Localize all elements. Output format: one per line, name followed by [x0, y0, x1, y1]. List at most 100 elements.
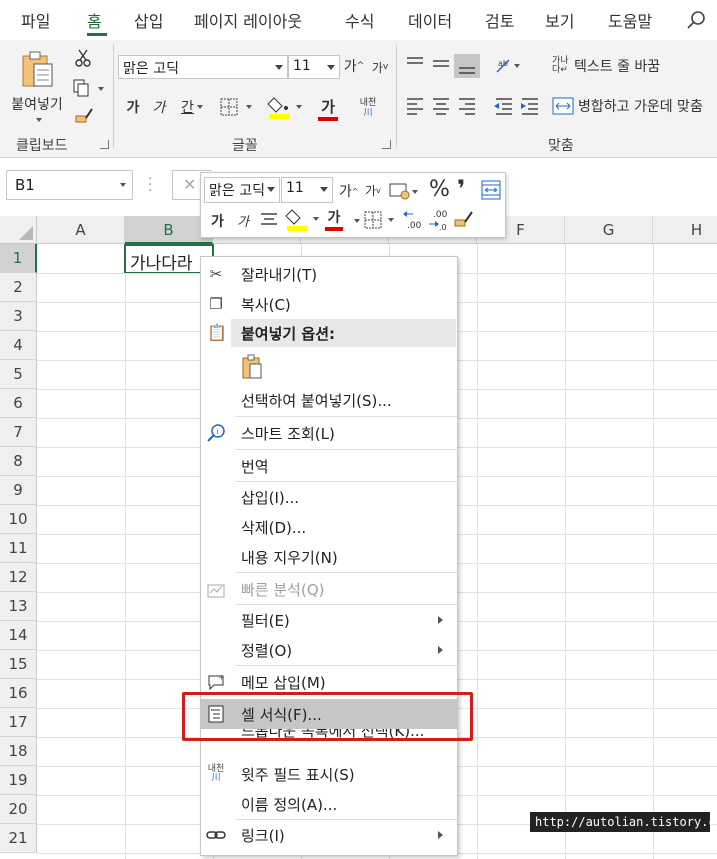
row-header-17[interactable]: 17 — [0, 708, 37, 737]
vertical-align-icons[interactable] — [404, 54, 494, 78]
menu-item-sort[interactable]: 정렬(O) — [201, 635, 457, 665]
increase-decimal-icon[interactable]: .00 — [401, 208, 425, 232]
row-header-10[interactable]: 10 — [0, 505, 37, 534]
mini-font-name-combo[interactable]: 맑은 고딕 — [204, 177, 280, 203]
row-header-20[interactable]: 20 — [0, 795, 37, 824]
row-header-21[interactable]: 21 — [0, 824, 37, 853]
mini-font-size-combo[interactable]: 11 — [281, 177, 333, 203]
row-header-9[interactable]: 9 — [0, 476, 37, 505]
wrap-text-icon: 가나 다↵ — [552, 56, 569, 75]
tab-data[interactable]: 데이터 — [408, 8, 452, 32]
menu-item-paste-special[interactable]: 선택하여 붙여넣기(S)... — [201, 385, 457, 415]
row-header-16[interactable]: 16 — [0, 679, 37, 708]
row-header-1[interactable]: 1 — [0, 244, 37, 273]
row-header-11[interactable]: 11 — [0, 534, 37, 563]
menu-item-link[interactable]: 링크(I) — [201, 820, 457, 850]
menu-item-copy[interactable]: ❐ 복사(C) — [201, 289, 457, 319]
tab-file[interactable]: 파일 — [21, 8, 50, 32]
row-header-3[interactable]: 3 — [0, 302, 37, 331]
column-header-g[interactable]: G — [565, 216, 653, 244]
font-name-combo[interactable]: 맑은 고딕 — [118, 55, 288, 79]
font-color-bar — [325, 227, 343, 231]
mini-shrink-font-button[interactable]: 가v — [365, 182, 381, 199]
grow-font-button[interactable]: 가 ^ — [344, 56, 364, 76]
row-header-8[interactable]: 8 — [0, 447, 37, 476]
mini-font-color-button[interactable]: 가 — [325, 207, 343, 231]
tab-insert[interactable]: 삽입 — [134, 8, 163, 32]
tab-page-layout[interactable]: 페이지 레이아웃 — [194, 8, 302, 32]
menu-item-delete[interactable]: 삭제(D)... — [201, 512, 457, 542]
percent-style-button[interactable]: % — [429, 177, 450, 202]
select-all-button[interactable] — [0, 216, 37, 244]
menu-item-cut[interactable]: ✂ 잘라내기(T) — [201, 259, 457, 289]
tab-view[interactable]: 보기 — [545, 8, 574, 32]
comma-style-button[interactable]: ❜ — [457, 175, 465, 203]
tab-home[interactable]: 홈 — [87, 8, 102, 32]
tab-review[interactable]: 검토 — [485, 8, 514, 32]
mini-bold-button[interactable]: 가 — [211, 211, 224, 231]
row-header-15[interactable]: 15 — [0, 650, 37, 679]
italic-button[interactable]: 가 — [150, 96, 168, 118]
paste-button[interactable]: 붙여넣기 — [6, 44, 68, 128]
phonetic-button[interactable]: 내천 川 — [354, 94, 382, 122]
column-header-a[interactable]: A — [37, 216, 125, 244]
menu-item-clear-contents[interactable]: 내용 지우기(N) — [201, 542, 457, 572]
merge-center-button[interactable]: 병합하고 가운데 맞춤 — [552, 94, 717, 118]
row-header-2[interactable]: 2 — [0, 273, 37, 302]
center-align-icon[interactable] — [259, 211, 279, 229]
font-group-label: 글꼴 — [232, 138, 258, 154]
svg-text:.00: .00 — [407, 221, 422, 231]
ribbon-tab-bar: 파일 홈 삽입 페이지 레이아웃 수식 데이터 검토 보기 도움말 — [0, 0, 717, 40]
row-header-6[interactable]: 6 — [0, 389, 37, 418]
column-header-h[interactable]: H — [653, 216, 717, 244]
mini-fill-color-icon[interactable] — [285, 207, 325, 233]
mini-italic-button[interactable]: 가 — [237, 211, 249, 230]
font-size-combo[interactable]: 11 — [288, 55, 340, 79]
copy-icon[interactable] — [72, 78, 106, 98]
underline-button[interactable]: 간 — [174, 96, 210, 118]
menu-item-insert[interactable]: 삽입(I)... — [201, 482, 457, 512]
search-icon[interactable] — [686, 9, 708, 31]
name-box[interactable]: B1 — [6, 170, 133, 200]
chevron-down-icon[interactable] — [354, 219, 360, 223]
row-header-14[interactable]: 14 — [0, 621, 37, 650]
tab-help[interactable]: 도움말 — [608, 8, 652, 32]
row-header-4[interactable]: 4 — [0, 331, 37, 360]
menu-item-translate[interactable]: 번역 — [201, 451, 457, 481]
align-group-label: 맞춤 — [548, 138, 574, 154]
menu-item-label: 윗주 필드 표시(S) — [241, 765, 355, 784]
tab-formulas[interactable]: 수식 — [345, 8, 374, 32]
menu-item-define-name[interactable]: 이름 정의(A)... — [201, 789, 457, 819]
format-painter-icon[interactable] — [74, 106, 94, 126]
wrap-text-button[interactable]: 가나 다↵ 텍스트 줄 바꿈 — [552, 54, 712, 78]
menu-item-show-phonetic[interactable]: 내천 川 윗주 필드 표시(S) — [201, 759, 457, 789]
row-header-12[interactable]: 12 — [0, 563, 37, 592]
merge-center-icon[interactable] — [481, 180, 501, 200]
mini-format-painter-icon[interactable] — [453, 209, 475, 231]
clipboard-dialog-launcher[interactable] — [100, 140, 109, 149]
fill-color-icon[interactable] — [266, 94, 308, 122]
menu-item-filter[interactable]: 필터(E) — [201, 605, 457, 635]
font-color-button[interactable]: 가 — [308, 94, 348, 122]
horizontal-align-icons[interactable] — [404, 94, 544, 118]
row-header-7[interactable]: 7 — [0, 418, 37, 447]
mini-grow-font-button[interactable]: 가 ^ — [339, 181, 359, 201]
borders-icon[interactable] — [218, 96, 256, 118]
accounting-format-icon[interactable] — [389, 181, 421, 201]
row-header-19[interactable]: 19 — [0, 766, 37, 795]
smart-lookup-icon: i — [207, 424, 225, 442]
paste-icon: 📋 — [207, 323, 227, 342]
decrease-decimal-icon[interactable]: .00 .0 — [427, 208, 451, 232]
row-header-13[interactable]: 13 — [0, 592, 37, 621]
cut-icon[interactable] — [74, 48, 92, 68]
bold-button[interactable]: 가 — [124, 96, 142, 118]
font-dialog-launcher[interactable] — [382, 140, 391, 149]
mini-borders-icon[interactable] — [363, 209, 399, 231]
shrink-font-button[interactable]: 가v — [370, 57, 390, 77]
mini-grow-font-label: 가 — [339, 184, 352, 200]
orientation-icon[interactable]: ab — [494, 54, 524, 78]
menu-item-smart-lookup[interactable]: i 스마트 조회(L) — [201, 418, 457, 448]
row-header-5[interactable]: 5 — [0, 360, 37, 389]
menu-item-paste-option[interactable] — [201, 349, 457, 385]
row-header-18[interactable]: 18 — [0, 737, 37, 766]
